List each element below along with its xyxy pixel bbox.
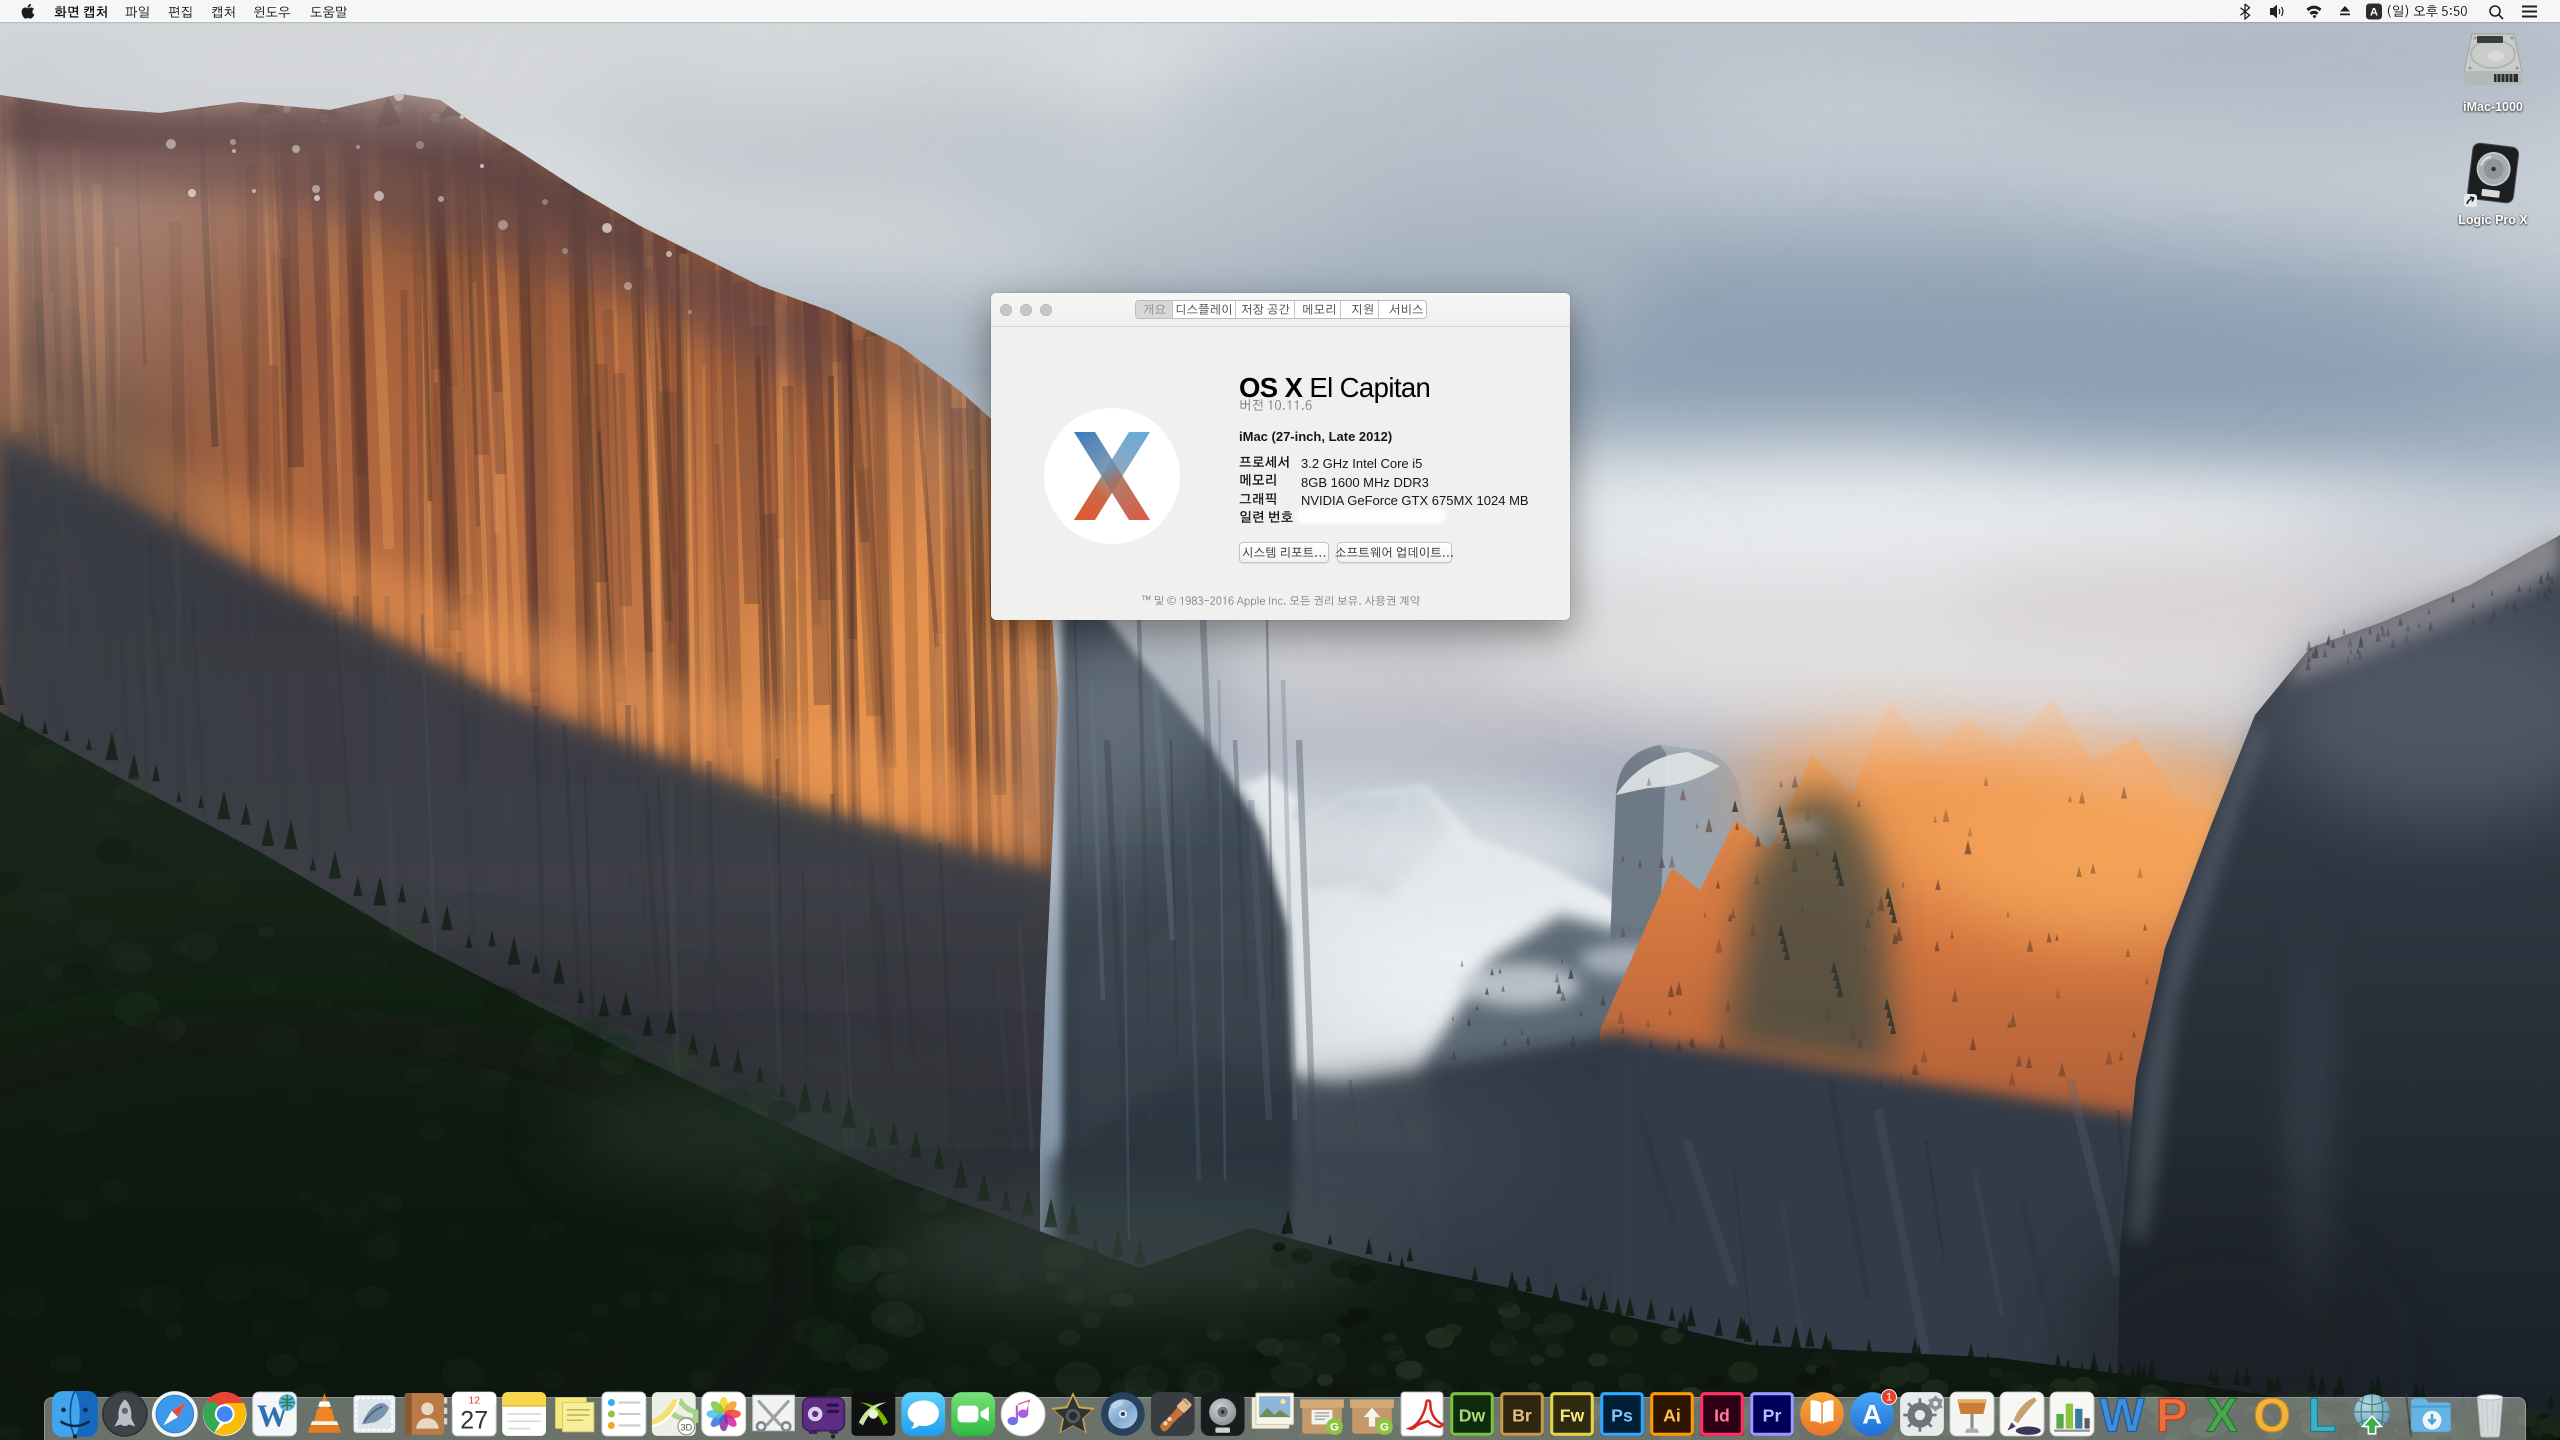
svg-text:G: G [1380, 1422, 1389, 1434]
svg-text:G: G [1330, 1422, 1339, 1434]
svg-text:3D: 3D [680, 1423, 692, 1433]
svg-text:Ai: Ai [1663, 1405, 1681, 1425]
svg-text:W: W [2099, 1390, 2145, 1440]
svg-text:X: X [2206, 1390, 2238, 1440]
svg-text:O: O [2253, 1390, 2290, 1440]
svg-text:A: A [2370, 7, 2378, 19]
svg-text:1: 1 [1886, 1392, 1892, 1404]
svg-text:P: P [2156, 1390, 2188, 1440]
svg-text:L: L [2307, 1390, 2336, 1440]
svg-text:27: 27 [460, 1407, 488, 1435]
svg-text:A: A [1862, 1398, 1882, 1429]
svg-text:Ps: Ps [1611, 1405, 1633, 1425]
svg-text:12: 12 [468, 1396, 480, 1407]
svg-text:Id: Id [1714, 1405, 1730, 1425]
svg-text:Fw: Fw [1560, 1405, 1585, 1425]
svg-text:Pr: Pr [1763, 1405, 1782, 1425]
svg-text:Dw: Dw [1459, 1405, 1486, 1425]
svg-text:Br: Br [1512, 1405, 1532, 1425]
